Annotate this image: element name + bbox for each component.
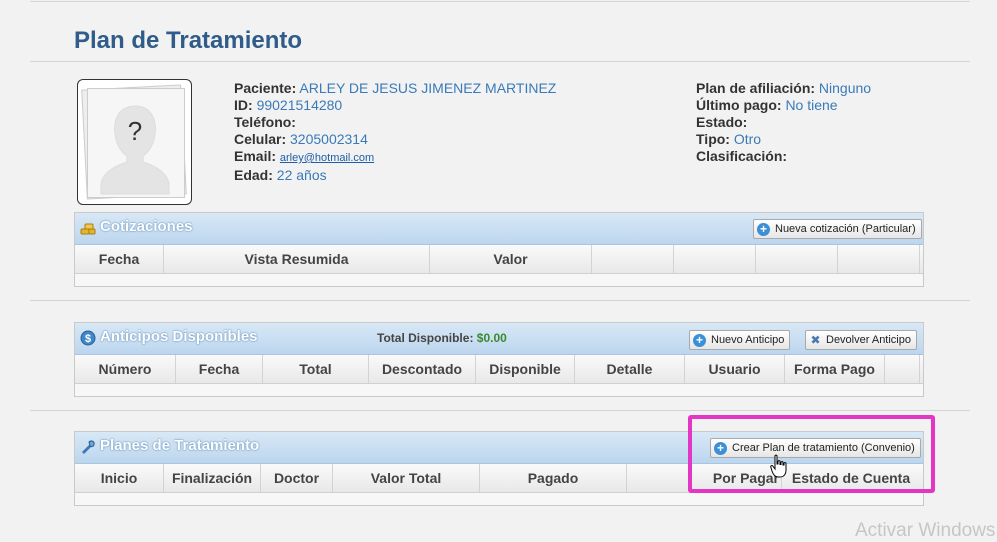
quotes-table-header: Fecha Vista Resumida Valor (75, 245, 923, 274)
quotes-title: Cotizaciones (100, 218, 193, 235)
col-descontado[interactable]: Descontado (369, 355, 476, 383)
last-payment-value: No tiene (785, 97, 838, 113)
col-valor[interactable]: Valor (430, 245, 592, 273)
hand-cursor-icon (770, 454, 787, 478)
patient-name: ARLEY DE JESUS JIMENEZ MARTINEZ (299, 80, 557, 96)
col-vista-resumida[interactable]: Vista Resumida (164, 245, 430, 273)
advances-table-body (75, 384, 923, 396)
name-label: Paciente: (234, 80, 297, 96)
col-empty-2 (674, 245, 756, 273)
plans-panel: Planes de Tratamiento + Crear Plan de tr… (74, 431, 924, 506)
patient-photo[interactable]: ? (77, 79, 192, 205)
coins-icon (80, 223, 96, 235)
col-disponible[interactable]: Disponible (476, 355, 575, 383)
plan-info: Plan de afiliación: Ninguno Último pago:… (696, 80, 871, 165)
windows-activation-watermark: Activar Windows (855, 520, 996, 541)
quotes-table-body (75, 274, 923, 286)
section-divider-2 (30, 410, 970, 411)
page-title: Plan de Tratamiento (74, 27, 303, 54)
patient-age: 22 años (276, 167, 327, 183)
id-label: ID: (234, 97, 253, 113)
affiliation-value: Ninguno (818, 80, 872, 96)
col-por-pagar[interactable]: Por Pagar (627, 464, 782, 492)
create-plan-label: Crear Plan de tratamiento (Convenio) (732, 442, 915, 454)
total-available-value: $0.00 (476, 331, 507, 345)
quotes-panel: Cotizaciones + Nueva cotización (Particu… (74, 212, 924, 287)
patient-info: Paciente: ARLEY DE JESUS JIMENEZ MARTINE… (234, 80, 556, 184)
status-label: Estado: (696, 114, 748, 130)
type-label: Tipo: (696, 131, 730, 147)
col-valor-total[interactable]: Valor Total (333, 464, 480, 492)
col-finalizacion[interactable]: Finalización (164, 464, 261, 492)
col-inicio[interactable]: Inicio (75, 464, 164, 492)
new-quote-button[interactable]: + Nueva cotización (Particular) (753, 219, 922, 239)
col-empty (885, 355, 920, 383)
patient-email-link[interactable]: arley@hotmail.com (280, 152, 374, 164)
mobile-label: Celular: (234, 131, 287, 147)
col-empty-3 (756, 245, 838, 273)
col-total[interactable]: Total (263, 355, 369, 383)
total-available-label: Total Disponible: (377, 331, 474, 345)
new-advance-label: Nuevo Anticipo (711, 334, 785, 346)
col-doctor[interactable]: Doctor (261, 464, 333, 492)
col-fecha[interactable]: Fecha (176, 355, 263, 383)
email-label: Email: (234, 148, 277, 164)
plus-circle-icon: + (757, 222, 770, 236)
age-label: Edad: (234, 167, 273, 183)
create-plan-button[interactable]: + Crear Plan de tratamiento (Convenio) (710, 438, 921, 458)
col-fecha[interactable]: Fecha (75, 245, 164, 273)
type-value: Otro (733, 131, 762, 147)
plans-panel-header: Planes de Tratamiento + Crear Plan de tr… (75, 432, 923, 464)
advances-panel: $ Anticipos Disponibles Total Disponible… (74, 322, 924, 397)
col-usuario[interactable]: Usuario (685, 355, 785, 383)
plus-circle-icon: + (693, 333, 706, 347)
dollar-icon: $ (80, 330, 96, 346)
tooth-tool-icon (82, 440, 95, 454)
col-pagado[interactable]: Pagado (480, 464, 627, 492)
top-divider (30, 1, 970, 2)
plans-table-body (75, 493, 923, 505)
col-numero[interactable]: Número (75, 355, 176, 383)
svg-text:$: $ (85, 333, 91, 345)
plans-title: Planes de Tratamiento (100, 437, 260, 454)
avatar-silhouette-icon: ? (100, 105, 170, 195)
new-advance-button[interactable]: + Nuevo Anticipo (689, 330, 791, 350)
return-advance-label: Devolver Anticipo (826, 334, 911, 346)
avatar-placeholder: ? (128, 116, 142, 146)
plans-table-header: Inicio Finalización Doctor Valor Total P… (75, 464, 923, 493)
advances-panel-header: $ Anticipos Disponibles Total Disponible… (75, 323, 923, 355)
title-divider (30, 61, 970, 62)
affiliation-label: Plan de afiliación: (696, 80, 816, 96)
col-estado-cuenta[interactable]: Estado de Cuenta (782, 464, 920, 492)
last-payment-label: Último pago: (696, 97, 782, 113)
advances-table-header: Número Fecha Total Descontado Disponible… (75, 355, 923, 384)
total-available: Total Disponible: $0.00 (377, 331, 507, 345)
quotes-panel-header: Cotizaciones + Nueva cotización (Particu… (75, 213, 923, 245)
classification-label: Clasificación: (696, 148, 788, 164)
patient-mobile: 3205002314 (290, 131, 368, 147)
col-empty-4 (838, 245, 920, 273)
col-forma-pago[interactable]: Forma Pago (785, 355, 885, 383)
return-advance-button[interactable]: ✖ Devolver Anticipo (805, 330, 917, 350)
plus-circle-icon: + (714, 441, 727, 455)
patient-id: 99021514280 (256, 97, 343, 113)
phone-label: Teléfono: (234, 114, 296, 130)
col-empty-1 (592, 245, 674, 273)
new-quote-label: Nueva cotización (Particular) (775, 223, 916, 235)
advances-title: Anticipos Disponibles (100, 328, 258, 345)
col-detalle[interactable]: Detalle (575, 355, 685, 383)
close-icon: ✖ (810, 332, 821, 347)
section-divider-1 (30, 300, 970, 301)
